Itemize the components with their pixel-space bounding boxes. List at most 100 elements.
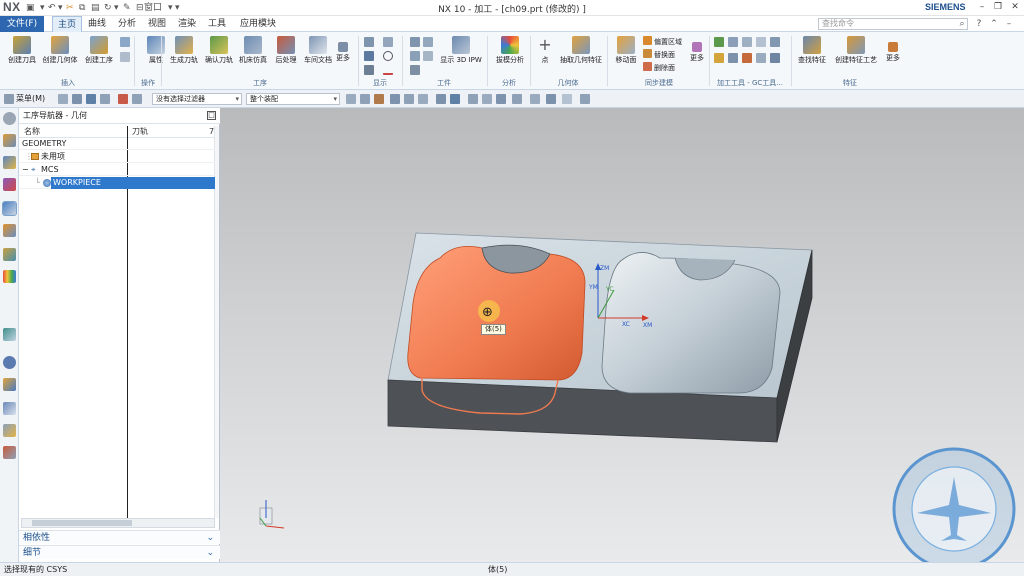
tab-curve[interactable]: 曲线 [83,16,111,32]
system-materials-icon[interactable] [3,424,16,437]
workpiece-small-icon-3[interactable] [410,51,420,61]
view-icon-4[interactable] [482,94,492,104]
select-icon-5[interactable] [118,94,128,104]
create-geometry-button[interactable]: 创建几何体 [41,34,79,76]
tab-minimize-icon[interactable]: – [1003,18,1015,30]
settings-icon[interactable] [3,112,16,125]
display-blank-icon[interactable] [364,65,374,75]
draft-analysis-button[interactable]: 拔模分析 [490,34,530,76]
select-icon-1[interactable] [58,94,68,104]
collapse-icon[interactable]: − [22,164,29,176]
snap-icon-5[interactable] [404,94,414,104]
view-icon-7[interactable] [530,94,540,104]
process-more-button[interactable]: 更多 [330,34,356,76]
view-icon-2[interactable] [450,94,460,104]
display-toolpath-icon[interactable] [364,37,374,47]
sync-more-button[interactable]: 更多 [686,34,708,76]
scrollbar-thumb[interactable] [32,520,132,526]
view-icon-5[interactable] [496,94,506,104]
verify-toolpath-button[interactable]: 确认刀轨 [200,34,238,76]
navigator-pin-icon[interactable]: □ [207,111,216,120]
snap-icon-6[interactable] [418,94,428,104]
dependencies-panel[interactable]: 相依性 ⌄ [19,530,220,544]
selection-filter-dropdown[interactable]: 没有选择过滤器 [152,93,242,105]
tree-row-mcs[interactable]: − ⌖ MCS [19,164,215,176]
create-tool-button[interactable]: 创建刀具 [3,34,41,76]
column-toolpath[interactable]: 刀轨 [129,126,148,138]
display-tool-icon[interactable] [364,51,374,61]
search-icon[interactable]: ⌕ [956,18,968,30]
snap-icon-4[interactable] [390,94,400,104]
tab-view[interactable]: 视图 [143,16,171,32]
view-icon-6[interactable] [512,94,522,104]
ribbon-minimize-icon[interactable]: ⌃ [988,18,1000,30]
file-menu[interactable]: 文件(F) [0,16,44,32]
display-circle-icon[interactable] [383,51,393,61]
tab-tools[interactable]: 工具 [203,16,231,32]
select-icon-3[interactable] [86,94,96,104]
column-extra[interactable]: 7 [206,126,214,138]
gc-tool-icon-5[interactable] [770,37,780,47]
snap-icon-2[interactable] [360,94,370,104]
process-studio-icon[interactable] [3,446,16,459]
roles-icon[interactable] [3,402,16,415]
column-name[interactable]: 名称 [21,126,40,138]
gc-tool-icon-10[interactable] [770,53,780,63]
tool-view-icon[interactable] [3,248,16,261]
palette-icon[interactable] [3,270,16,283]
view-icon-10[interactable] [580,94,590,104]
history-icon[interactable] [3,356,16,369]
snap-icon-3[interactable] [374,94,384,104]
navigator-horizontal-scrollbar[interactable] [21,518,215,528]
workpiece-small-icon-2[interactable] [423,37,433,47]
method-view-icon[interactable] [3,224,16,237]
feature-more-button[interactable]: 更多 [882,34,904,76]
tab-render[interactable]: 渲染 [173,16,201,32]
select-icon-2[interactable] [72,94,82,104]
selection-scope-dropdown[interactable]: 整个装配 [246,93,340,105]
workpiece-small-icon-4[interactable] [423,51,433,61]
delete-face-button[interactable]: 删除面 [643,62,675,73]
operation-navigator-icon[interactable] [3,134,16,147]
replace-face-button[interactable]: 替换面 [643,49,675,60]
command-search-input[interactable]: 查找命令 [818,18,968,30]
gc-tool-icon-3[interactable] [742,37,752,47]
tree-row-geometry[interactable]: GEOMETRY [19,138,215,150]
part-navigator-icon[interactable] [3,178,16,191]
generate-toolpath-button[interactable]: 生成刀轨 [165,34,203,76]
gc-tool-icon-8[interactable] [742,53,752,63]
details-panel[interactable]: 细节 ⌄ [19,545,220,559]
gc-tool-icon-7[interactable] [728,53,738,63]
tab-applications[interactable]: 应用模块 [235,16,281,32]
tree-row-workpiece[interactable]: └ WORKPIECE [19,177,215,189]
view-icon-8[interactable] [546,94,556,104]
offset-region-button[interactable]: 偏置区域 [643,36,682,47]
web-browser-icon[interactable] [3,328,16,341]
workpiece-small-icon-5[interactable] [410,65,420,75]
menu-button[interactable]: 菜单(M) [16,93,45,105]
view-icon-3[interactable] [468,94,478,104]
tree-row-unused[interactable]: ⋮ 未用项 [19,151,215,163]
gc-tool-icon-1[interactable] [714,37,724,47]
tab-home[interactable]: 主页 [52,16,83,32]
workpiece-small-icon-1[interactable] [410,37,420,47]
find-feature-button[interactable]: 查找特征 [795,34,829,76]
display-curve-icon[interactable] [383,65,393,75]
restore-icon[interactable]: ❐ [991,1,1005,14]
gc-tool-icon-4[interactable] [756,37,766,47]
close-icon[interactable]: ✕ [1008,1,1022,14]
view-icon-1[interactable] [436,94,446,104]
gc-tool-icon-9[interactable] [756,53,766,63]
create-operation-button[interactable]: 创建工序 [80,34,118,76]
insert-small-icon-2[interactable] [120,52,130,62]
gc-tool-icon-2[interactable] [728,37,738,47]
reuse-library-icon[interactable] [3,378,16,391]
create-feature-process-button[interactable]: 创建特征工艺 [831,34,881,76]
select-icon-6[interactable] [132,94,142,104]
point-button[interactable]: + 点 [533,34,557,76]
tab-analysis[interactable]: 分析 [113,16,141,32]
machine-navigator-icon[interactable] [3,156,16,169]
view-icon-9[interactable] [562,94,572,104]
help-icon[interactable]: ? [973,18,985,30]
display-toolpath-dropdown-icon[interactable] [383,37,393,47]
